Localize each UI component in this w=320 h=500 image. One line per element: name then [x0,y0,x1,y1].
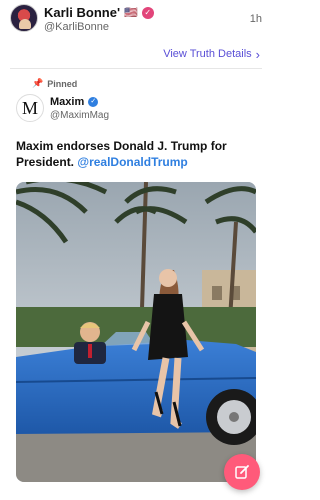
truth-post: Karli Bonne' 🇺🇸 ✓ @KarliBonne 1h View Tr… [0,0,272,500]
chevron-right-icon: › [255,46,260,62]
mention-link[interactable]: @realDonaldTrump [77,155,187,169]
maxim-logo-letter: M [21,97,38,118]
blue-verified-icon: ✓ [88,97,99,107]
author-display-name[interactable]: Karli Bonne' [44,5,120,20]
view-truth-details-link[interactable]: View Truth Details › [163,46,260,62]
author-avatar[interactable] [10,4,38,32]
post-timestamp: 1h [249,13,262,25]
pinned-indicator: 📌 Pinned [32,78,77,89]
quoted-post-text: Maxim endorses Donald J. Trump for Presi… [16,138,256,170]
maxim-name-row: Maxim ✓ [50,96,99,108]
quoted-truth-card[interactable]: 📌 Pinned M Maxim ✓ @MaximMag Maxim endor… [10,74,262,500]
maxim-handle[interactable]: @MaximMag [50,110,109,121]
maxim-display-name[interactable]: Maxim [50,96,84,108]
pinned-label: Pinned [47,78,78,89]
pin-icon: 📌 [32,78,44,88]
verified-badge-icon: ✓ [141,6,154,19]
compose-button[interactable] [224,454,260,490]
compose-icon [235,465,249,479]
post-photo[interactable] [16,182,256,482]
us-flag-icon: 🇺🇸 [124,7,138,19]
maxim-avatar[interactable]: M [16,94,44,122]
author-name-row: Karli Bonne' 🇺🇸 ✓ [44,5,154,20]
view-details-label: View Truth Details [163,48,252,60]
author-handle[interactable]: @KarliBonne [44,21,109,33]
divider [10,68,262,69]
photo-illustration [16,182,256,482]
post-header: Karli Bonne' 🇺🇸 ✓ @KarliBonne 1h [10,4,262,34]
